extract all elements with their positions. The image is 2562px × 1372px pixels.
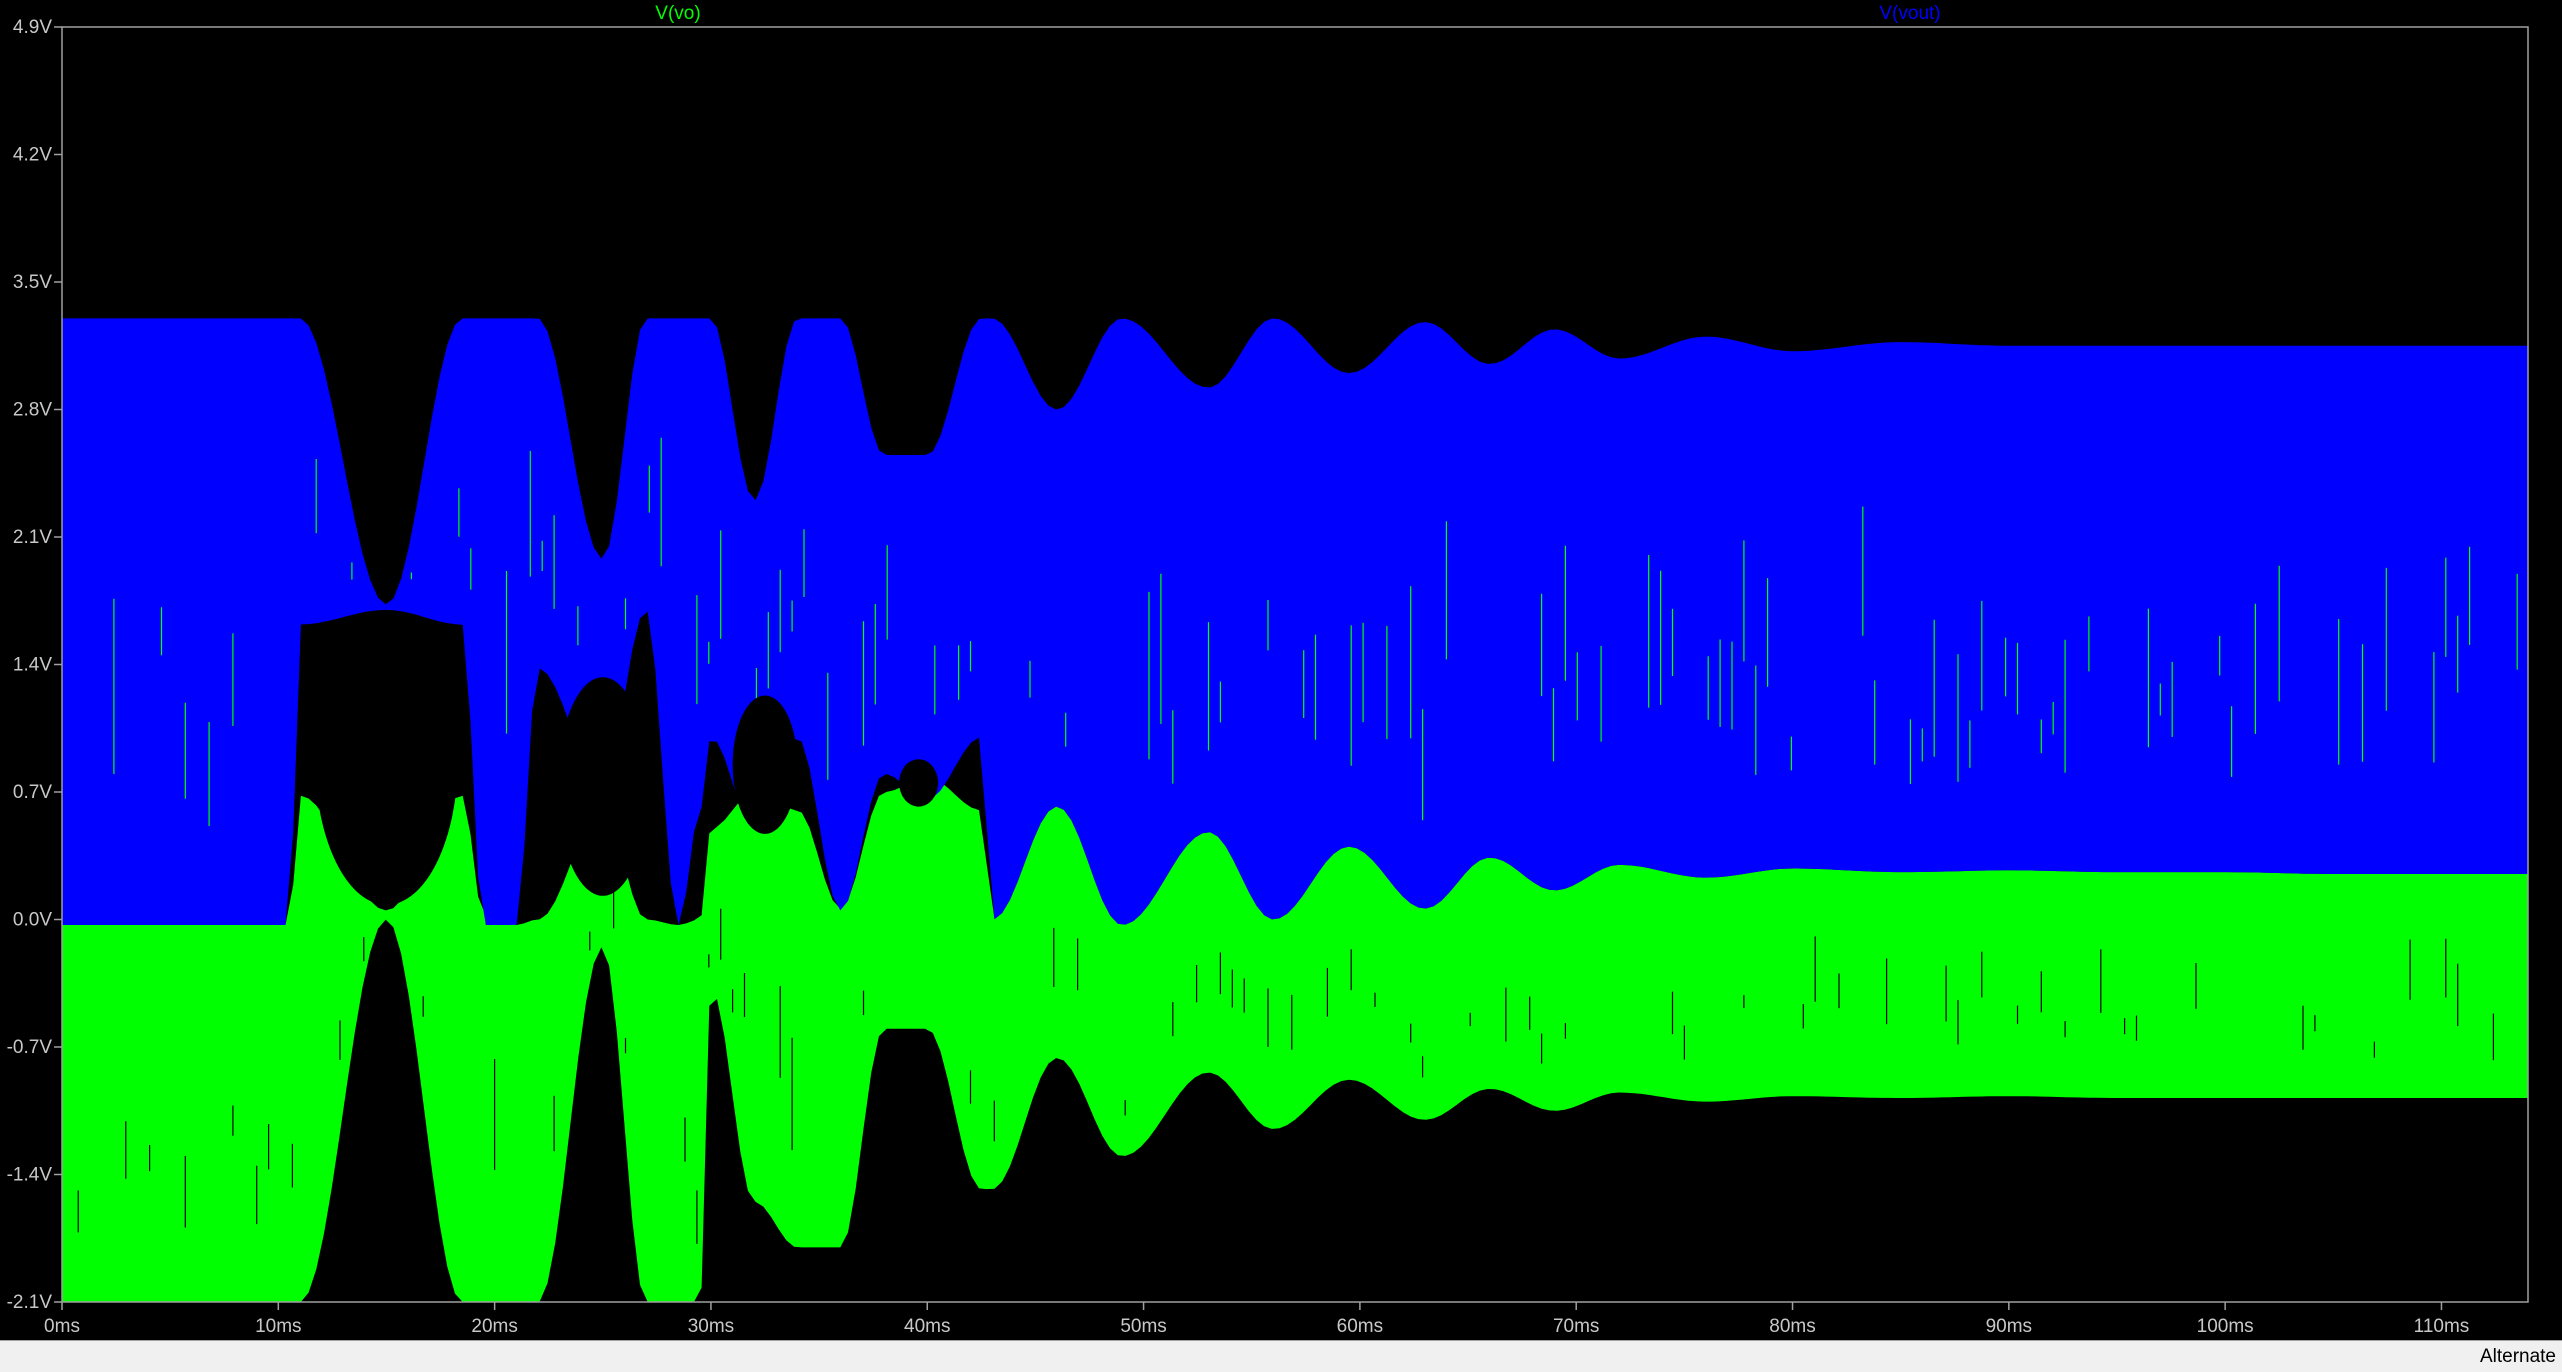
- x-tick-label: 110ms: [2414, 1316, 2470, 1337]
- status-bar: Alternate: [0, 1340, 2562, 1372]
- y-tick-label: 4.9V: [13, 17, 52, 38]
- waveform-plot[interactable]: 4.9V 4.2V 3.5V 2.8V 2.1V 1.4V 0.7V 0.0V -0.7V -1.…: [0, 0, 2562, 1340]
- x-tick-label: 40ms: [904, 1316, 950, 1337]
- x-tick-label: 30ms: [688, 1316, 734, 1337]
- x-tick-label: 0ms: [44, 1316, 80, 1337]
- trace-gap-3: [732, 695, 798, 834]
- waveform-viewer: 4.9V 4.2V 3.5V 2.8V 2.1V 1.4V 0.7V 0.0V -0.7V -1.…: [0, 0, 2562, 1372]
- x-tick-label: 50ms: [1120, 1316, 1166, 1337]
- y-tick-label: -0.7V: [7, 1037, 53, 1058]
- trace-label-vvout[interactable]: V(vout): [1879, 3, 1940, 24]
- x-tick-label: 60ms: [1337, 1316, 1383, 1337]
- y-tick-label: 1.4V: [13, 655, 52, 676]
- trace-gap-4: [899, 759, 939, 807]
- x-tick-label: 10ms: [255, 1316, 301, 1337]
- trace-gap-2: [557, 677, 649, 896]
- y-tick-label: 0.0V: [13, 910, 52, 931]
- status-bar-text: Alternate: [2479, 1346, 2556, 1367]
- y-tick-label: 2.1V: [13, 527, 52, 548]
- x-tick-label: 100ms: [2197, 1316, 2254, 1337]
- x-tick-label: 20ms: [471, 1316, 517, 1337]
- trace-label-vvo[interactable]: V(vo): [655, 3, 700, 24]
- y-tick-label: 2.8V: [13, 400, 52, 421]
- x-tick-label: 80ms: [1769, 1316, 1815, 1337]
- x-tick-label: 70ms: [1553, 1316, 1599, 1337]
- y-tick-label: 0.7V: [13, 782, 52, 803]
- trace-gap-1: [315, 613, 458, 905]
- y-tick-label: -2.1V: [7, 1292, 53, 1313]
- y-tick-label: 3.5V: [13, 272, 52, 293]
- y-tick-label: 4.2V: [13, 145, 52, 166]
- y-tick-label: -1.4V: [7, 1165, 53, 1186]
- x-tick-label: 90ms: [1986, 1316, 2032, 1337]
